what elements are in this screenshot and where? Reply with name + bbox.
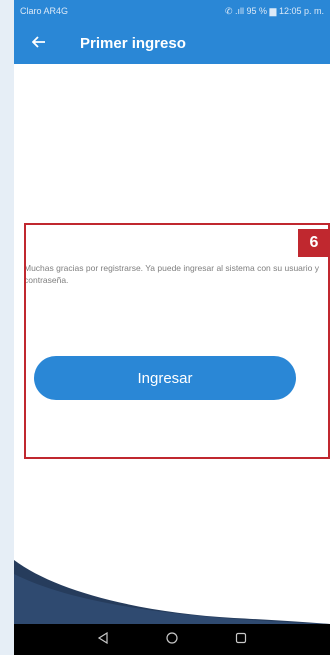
- triangle-back-icon[interactable]: [97, 631, 109, 647]
- step-number-badge: 6: [298, 229, 330, 257]
- app-bar: Primer ingreso: [14, 22, 330, 64]
- arrow-left-icon-svg: [31, 35, 45, 48]
- arrow-left-icon[interactable]: [31, 33, 56, 54]
- status-bar: Claro AR4G ✆ .ıll 95 % ▆ 12:05 p. m.: [14, 0, 330, 22]
- footer-wave: [14, 560, 330, 624]
- square-recents-icon[interactable]: [235, 632, 247, 647]
- step-highlight-box: [24, 223, 330, 459]
- carrier-label: Claro AR4G: [20, 6, 69, 16]
- left-margin: [0, 0, 14, 655]
- page-title: Primer ingreso: [80, 34, 186, 52]
- android-nav-bar: [14, 624, 330, 655]
- circle-home-icon[interactable]: [166, 632, 178, 647]
- status-indicators: ✆ .ıll 95 % ▆ 12:05 p. m.: [224, 5, 324, 16]
